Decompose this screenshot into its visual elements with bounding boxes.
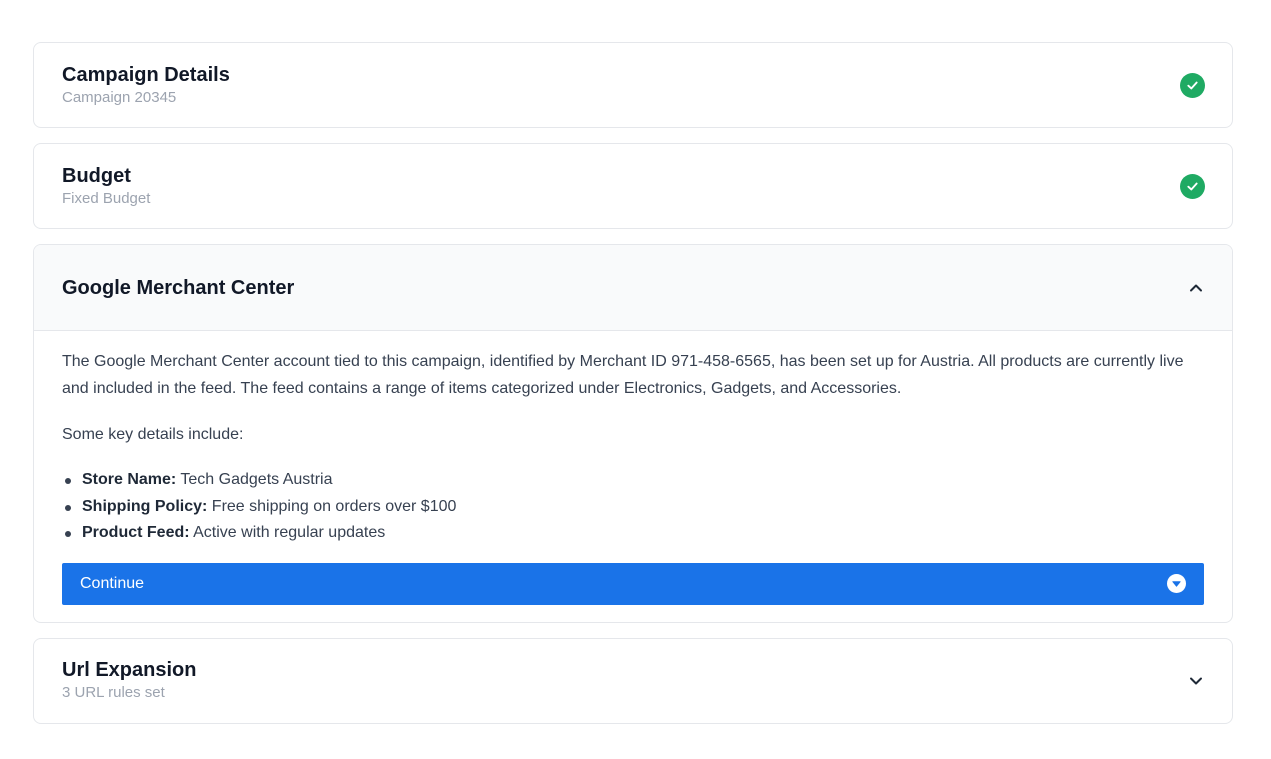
budget-heading: Budget Fixed Budget xyxy=(62,164,150,209)
merchant-center-title: Google Merchant Center xyxy=(62,276,295,299)
budget-title: Budget xyxy=(62,164,131,187)
merchant-center-body: The Google Merchant Center account tied … xyxy=(34,331,1232,622)
merchant-center-header[interactable]: Google Merchant Center xyxy=(34,245,1232,331)
check-circle-icon xyxy=(1180,173,1205,199)
budget-subtitle: Fixed Budget xyxy=(62,189,151,207)
list-item: Product Feed: Active with regular update… xyxy=(62,520,1204,547)
list-item: Store Name: Tech Gadgets Austria xyxy=(62,467,1204,494)
merchant-center-section: Google Merchant Center The Google Mercha… xyxy=(33,244,1233,623)
campaign-details-title: Campaign Details xyxy=(62,63,230,86)
detail-value: Free shipping on orders over $100 xyxy=(211,497,457,515)
detail-label: Shipping Policy: xyxy=(82,497,208,515)
detail-label: Store Name: xyxy=(82,471,177,488)
check-circle-icon xyxy=(1180,72,1205,98)
campaign-setup-accordion: Campaign Details Campaign 20345 Budget F… xyxy=(33,42,1233,739)
campaign-details-subtitle: Campaign 20345 xyxy=(62,88,177,106)
detail-value: Active with regular updates xyxy=(193,524,386,541)
budget-section: Budget Fixed Budget xyxy=(33,143,1233,229)
budget-header[interactable]: Budget Fixed Budget xyxy=(34,144,1232,228)
detail-value: Tech Gadgets Austria xyxy=(180,471,333,488)
chevron-down-circle-icon xyxy=(1167,574,1186,593)
url-expansion-section: Url Expansion 3 URL rules set xyxy=(33,637,1233,724)
continue-button[interactable]: Continue xyxy=(62,562,1204,605)
url-expansion-heading: Url Expansion 3 URL rules set xyxy=(62,658,196,703)
campaign-details-section: Campaign Details Campaign 20345 xyxy=(33,42,1233,128)
campaign-details-heading: Campaign Details Campaign 20345 xyxy=(62,63,230,108)
chevron-down-icon[interactable] xyxy=(1187,672,1205,690)
url-expansion-subtitle: 3 URL rules set xyxy=(62,684,165,701)
chevron-up-icon[interactable] xyxy=(1187,279,1205,297)
merchant-center-heading: Google Merchant Center xyxy=(62,276,294,300)
list-item: Shipping Policy: Free shipping on orders… xyxy=(62,494,1204,521)
detail-label: Product Feed: xyxy=(82,524,190,541)
key-details-list: Store Name: Tech Gadgets Austria Shippin… xyxy=(62,467,1204,547)
continue-label: Continue xyxy=(80,574,145,592)
url-expansion-header[interactable]: Url Expansion 3 URL rules set xyxy=(34,639,1232,723)
campaign-details-header[interactable]: Campaign Details Campaign 20345 xyxy=(34,43,1232,127)
url-expansion-title: Url Expansion xyxy=(62,659,197,681)
key-details-intro: Some key details include: xyxy=(62,426,244,443)
merchant-center-description: The Google Merchant Center account tied … xyxy=(62,353,1184,397)
